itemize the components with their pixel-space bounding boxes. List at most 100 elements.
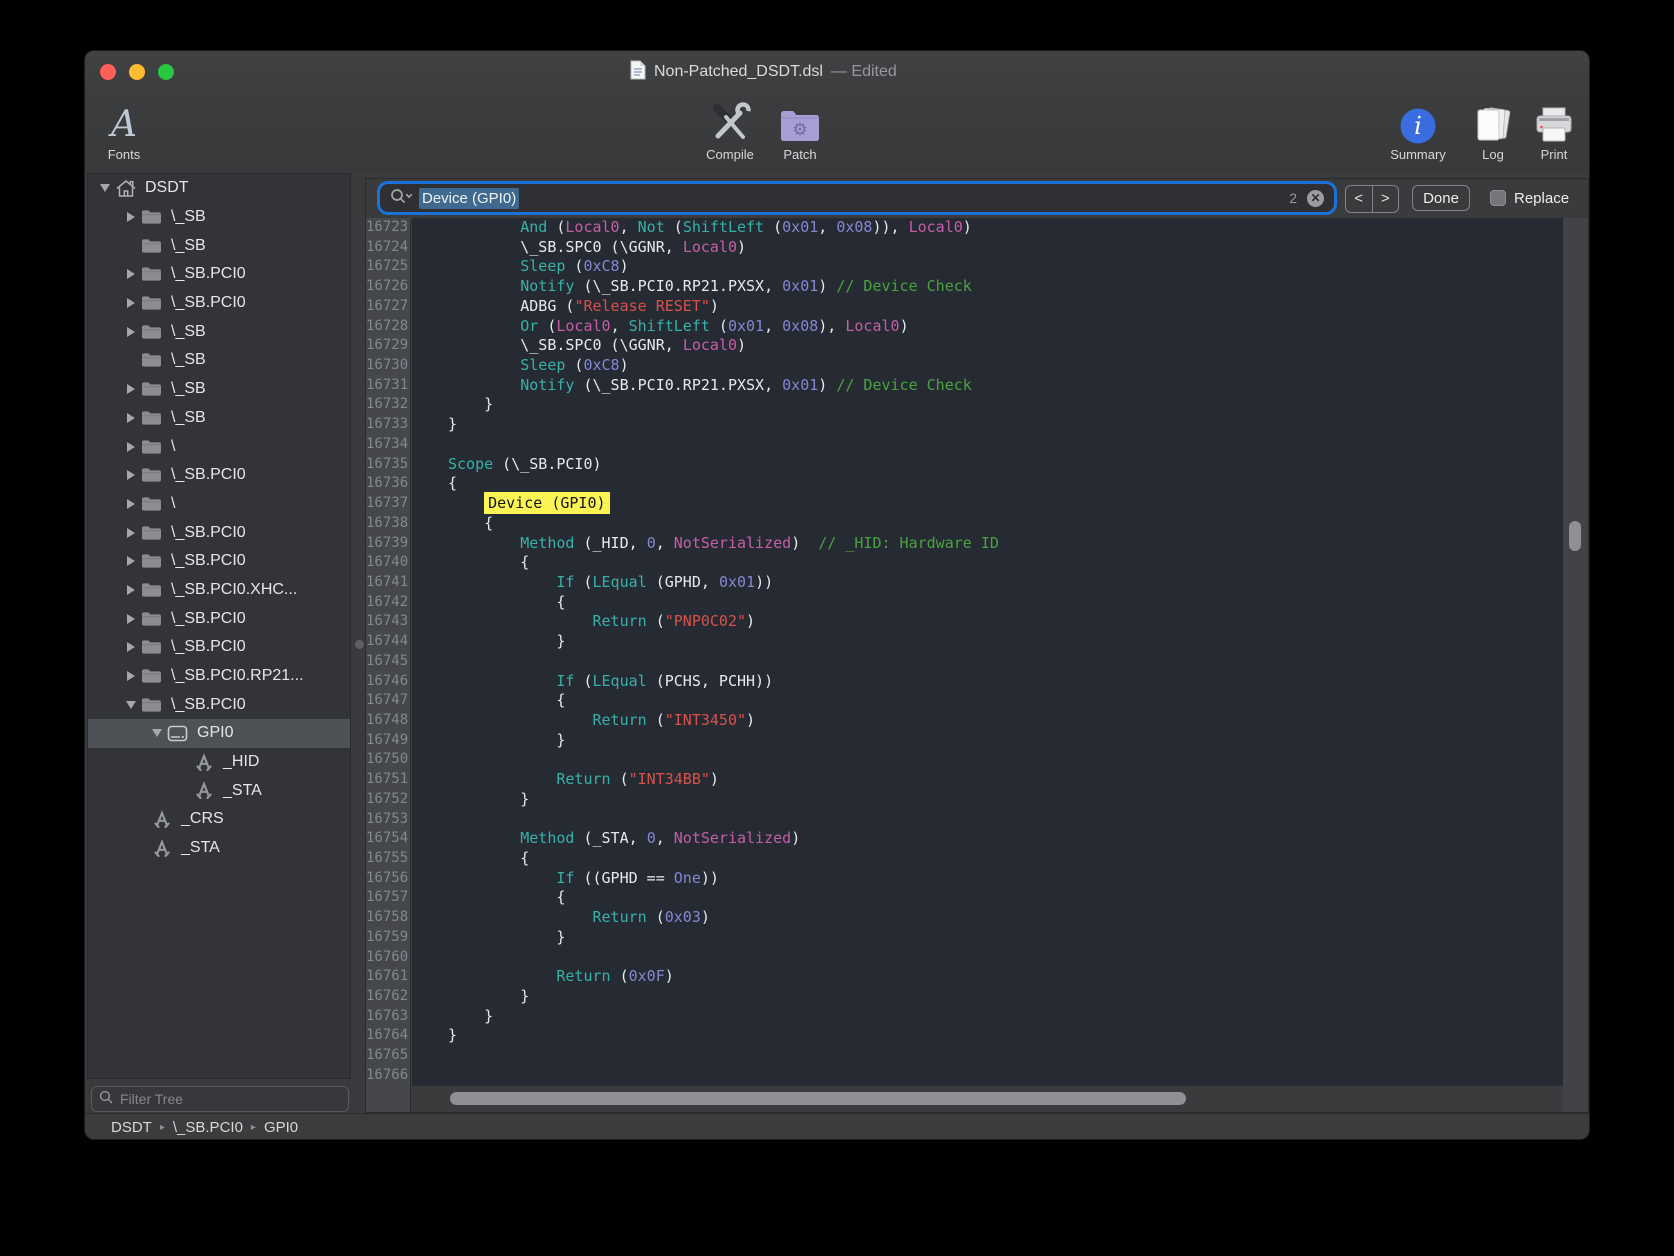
code-line[interactable]: Notify (\_SB.PCI0.RP21.PXSX, 0x01) // De…: [448, 376, 1563, 396]
vertical-scrollbar-thumb[interactable]: [1569, 521, 1581, 551]
splitter-handle[interactable]: [355, 640, 364, 649]
vertical-scrollbar-track[interactable]: [1563, 218, 1588, 1112]
breadcrumb-item[interactable]: DSDT: [111, 1119, 152, 1136]
tree-row-sbpci0[interactable]: \_SB.PCI0: [88, 461, 350, 490]
code-line[interactable]: }: [448, 415, 1563, 435]
tree-row-sb[interactable]: \_SB: [88, 375, 350, 404]
search-menu-icon[interactable]: [390, 188, 413, 209]
code-line[interactable]: If (LEqual (PCHS, PCHH)): [448, 672, 1563, 692]
done-button[interactable]: Done: [1412, 185, 1470, 211]
tree-row-sbpci0[interactable]: \_SB.PCI0: [88, 260, 350, 289]
tree-row-sbpci0[interactable]: \_SB.PCI0: [88, 289, 350, 318]
breadcrumb-item[interactable]: GPI0: [264, 1119, 298, 1136]
find-query[interactable]: Device (GPI0): [419, 188, 519, 209]
tree-row-[interactable]: \: [88, 490, 350, 519]
horizontal-scrollbar-thumb[interactable]: [450, 1092, 1186, 1105]
code-text[interactable]: And (Local0, Not (ShiftLeft (0x01, 0x08)…: [412, 218, 1563, 1086]
disclosure-right-icon[interactable]: [122, 614, 140, 624]
code-line[interactable]: Return ("PNP0C02"): [448, 612, 1563, 632]
fonts-button[interactable]: A Fonts: [94, 97, 154, 162]
tree-row-sbpci0[interactable]: \_SB.PCI0: [88, 547, 350, 576]
code-line[interactable]: Return (0x0F): [448, 967, 1563, 987]
code-line[interactable]: Scope (\_SB.PCI0): [448, 455, 1563, 475]
summary-button[interactable]: i Summary: [1381, 97, 1455, 162]
code-line[interactable]: Return ("INT34BB"): [448, 770, 1563, 790]
compile-button[interactable]: Compile: [695, 97, 765, 162]
disclosure-right-icon[interactable]: [122, 327, 140, 337]
code-line[interactable]: Sleep (0xC8): [448, 356, 1563, 376]
code-line[interactable]: [448, 1066, 1563, 1086]
horizontal-scrollbar-track[interactable]: [412, 1086, 1563, 1112]
disclosure-right-icon[interactable]: [122, 499, 140, 509]
code-line[interactable]: Method (_STA, 0, NotSerialized): [448, 829, 1563, 849]
tree-row-sb[interactable]: \_SB: [88, 317, 350, 346]
disclosure-right-icon[interactable]: [122, 556, 140, 566]
code-line[interactable]: [448, 750, 1563, 770]
disclosure-down-icon[interactable]: [96, 184, 114, 192]
code-line[interactable]: {: [448, 474, 1563, 494]
code-line[interactable]: {: [448, 514, 1563, 534]
code-line[interactable]: Method (_HID, 0, NotSerialized) // _HID:…: [448, 534, 1563, 554]
code-line[interactable]: \_SB.SPC0 (\GGNR, Local0): [448, 238, 1563, 258]
disclosure-right-icon[interactable]: [122, 528, 140, 538]
disclosure-right-icon[interactable]: [122, 442, 140, 452]
tree-row-crs[interactable]: _CRS: [88, 805, 350, 834]
disclosure-down-icon[interactable]: [122, 701, 140, 709]
disclosure-right-icon[interactable]: [122, 671, 140, 681]
tree-row-sbpci0xhc[interactable]: \_SB.PCI0.XHC...: [88, 576, 350, 605]
tree-row-gpi0[interactable]: GPI0: [88, 719, 350, 748]
tree-row-sb[interactable]: \_SB: [88, 231, 350, 260]
code-line[interactable]: {: [448, 849, 1563, 869]
tree-row-sbpci0[interactable]: \_SB.PCI0: [88, 604, 350, 633]
minimize-window-button[interactable]: [129, 64, 145, 80]
code-line[interactable]: Return ("INT3450"): [448, 711, 1563, 731]
disclosure-right-icon[interactable]: [122, 413, 140, 423]
code-line[interactable]: If ((GPHD == One)): [448, 869, 1563, 889]
code-line[interactable]: And (Local0, Not (ShiftLeft (0x01, 0x08)…: [448, 218, 1563, 238]
code-line[interactable]: [448, 435, 1563, 455]
code-line[interactable]: Sleep (0xC8): [448, 257, 1563, 277]
tree-row-sb[interactable]: \_SB: [88, 346, 350, 375]
disclosure-right-icon[interactable]: [122, 212, 140, 222]
code-line[interactable]: Or (Local0, ShiftLeft (0x01, 0x08), Loca…: [448, 317, 1563, 337]
code-line[interactable]: }: [448, 731, 1563, 751]
tree-row-hid[interactable]: _HID: [88, 748, 350, 777]
code-line[interactable]: }: [448, 928, 1563, 948]
log-button[interactable]: Log: [1465, 97, 1521, 162]
tree-row-sbpci0[interactable]: \_SB.PCI0: [88, 690, 350, 719]
code-line[interactable]: If (LEqual (GPHD, 0x01)): [448, 573, 1563, 593]
code-line[interactable]: ADBG ("Release RESET"): [448, 297, 1563, 317]
close-window-button[interactable]: [100, 64, 116, 80]
disclosure-down-icon[interactable]: [148, 729, 166, 737]
find-field[interactable]: Device (GPI0) 2 ✕: [380, 184, 1334, 212]
disclosure-right-icon[interactable]: [122, 470, 140, 480]
code-line[interactable]: Return (0x03): [448, 908, 1563, 928]
tree-row-[interactable]: \: [88, 432, 350, 461]
tree-row-sta[interactable]: _STA: [88, 776, 350, 805]
clear-search-icon[interactable]: ✕: [1307, 190, 1324, 207]
filter-tree-input[interactable]: [118, 1090, 341, 1108]
code-line[interactable]: \_SB.SPC0 (\GGNR, Local0): [448, 336, 1563, 356]
disclosure-right-icon[interactable]: [122, 384, 140, 394]
code-line[interactable]: }: [448, 790, 1563, 810]
tree-row-sb[interactable]: \_SB: [88, 404, 350, 433]
tree-row-sbpci0[interactable]: \_SB.PCI0: [88, 633, 350, 662]
code-line[interactable]: [448, 652, 1563, 672]
filter-tree-field[interactable]: [91, 1086, 349, 1112]
code-line[interactable]: [448, 948, 1563, 968]
code-line[interactable]: {: [448, 553, 1563, 573]
code-line[interactable]: {: [448, 691, 1563, 711]
find-next-button[interactable]: >: [1372, 186, 1399, 212]
code-line[interactable]: Device (GPI0): [448, 494, 1563, 514]
code-line[interactable]: }: [448, 395, 1563, 415]
tree-row-sb[interactable]: \_SB: [88, 203, 350, 232]
disclosure-right-icon[interactable]: [122, 642, 140, 652]
code-line[interactable]: }: [448, 632, 1563, 652]
zoom-window-button[interactable]: [158, 64, 174, 80]
tree-row-sta[interactable]: _STA: [88, 834, 350, 863]
patch-button[interactable]: ⚙ Patch: [767, 97, 833, 162]
replace-checkbox[interactable]: [1490, 190, 1506, 206]
code-line[interactable]: }: [448, 1026, 1563, 1046]
code-line[interactable]: {: [448, 888, 1563, 908]
find-previous-button[interactable]: <: [1346, 186, 1372, 212]
